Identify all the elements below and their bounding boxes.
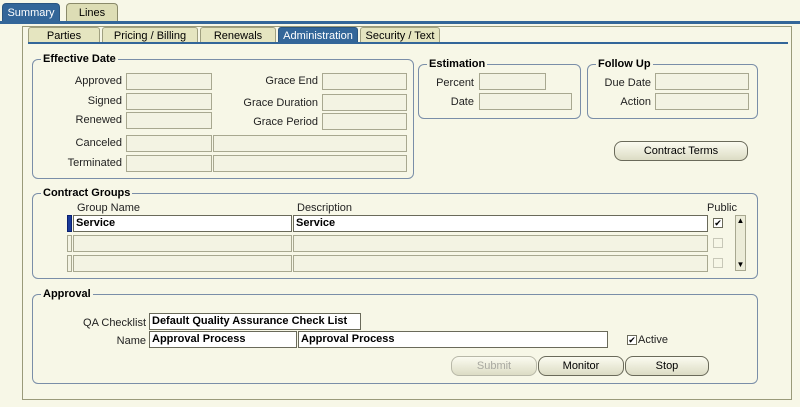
renewed-field[interactable]	[126, 112, 212, 129]
date-label: Date	[450, 96, 474, 108]
approved-label: Approved	[74, 75, 122, 87]
follow-up-legend: Follow Up	[598, 58, 651, 70]
grace-duration-label: Grace Duration	[243, 97, 318, 109]
grace-duration-field[interactable]	[322, 94, 407, 111]
description-cell[interactable]	[293, 255, 708, 272]
public-checkbox[interactable]: ✔	[713, 218, 723, 228]
tab-pricing-billing[interactable]: Pricing / Billing	[102, 27, 198, 43]
top-tab-underline	[0, 21, 800, 24]
public-checkbox[interactable]	[713, 258, 723, 268]
canceled-label: Canceled	[75, 137, 122, 149]
tab-renewals[interactable]: Renewals	[200, 27, 276, 43]
canceled-field[interactable]	[126, 135, 212, 152]
percent-label: Percent	[436, 77, 474, 89]
tab-lines[interactable]: Lines	[66, 3, 118, 22]
row-selector-current[interactable]	[67, 215, 72, 232]
contract-terms-button[interactable]: Contract Terms	[614, 141, 748, 161]
tab-administration[interactable]: Administration	[278, 27, 358, 43]
col-description: Description	[297, 202, 353, 214]
grace-end-label: Grace End	[265, 75, 318, 87]
canceled-reason-field[interactable]	[213, 135, 407, 152]
row-selector[interactable]	[67, 235, 72, 252]
tab-security-text[interactable]: Security / Text	[360, 27, 440, 43]
terminated-reason-field[interactable]	[213, 155, 407, 172]
due-date-label: Due Date	[604, 77, 651, 89]
public-checkbox[interactable]	[713, 238, 723, 248]
active-label: Active	[638, 334, 668, 346]
due-date-field[interactable]	[655, 73, 749, 90]
group-name-cell[interactable]: Service	[73, 215, 292, 232]
col-group-name: Group Name	[77, 202, 140, 214]
description-cell[interactable]: Service	[293, 215, 708, 232]
approval-description-field[interactable]: Approval Process	[298, 331, 608, 348]
group-name-cell[interactable]	[73, 235, 292, 252]
sub-tab-bar: Parties Pricing / Billing Renewals Admin…	[28, 27, 788, 43]
sub-tab-underline	[28, 42, 788, 44]
name-label: Name	[116, 335, 146, 347]
description-cell[interactable]	[293, 235, 708, 252]
tab-parties[interactable]: Parties	[28, 27, 100, 43]
scroll-down-icon[interactable]: ▼	[736, 260, 745, 270]
active-checkbox[interactable]: ✔	[627, 335, 637, 345]
col-public: Public	[707, 202, 737, 214]
terminated-field[interactable]	[126, 155, 212, 172]
approved-field[interactable]	[126, 73, 212, 90]
estimation-legend: Estimation	[429, 58, 486, 70]
group-name-cell[interactable]	[73, 255, 292, 272]
monitor-button[interactable]: Monitor	[538, 356, 624, 376]
tab-summary[interactable]: Summary	[2, 3, 60, 22]
stop-button[interactable]: Stop	[625, 356, 709, 376]
approval-name-field[interactable]: Approval Process	[149, 331, 297, 348]
grace-period-field[interactable]	[322, 113, 407, 130]
grace-period-label: Grace Period	[253, 116, 318, 128]
percent-field[interactable]	[479, 73, 546, 90]
qa-checklist-label: QA Checklist	[83, 317, 146, 329]
qa-checklist-field[interactable]: Default Quality Assurance Check List	[149, 313, 361, 330]
signed-label: Signed	[87, 95, 122, 107]
grace-end-field[interactable]	[322, 73, 407, 90]
terminated-label: Terminated	[67, 157, 122, 169]
estimation-date-field[interactable]	[479, 93, 572, 110]
submit-button[interactable]: Submit	[451, 356, 537, 376]
signed-field[interactable]	[126, 93, 212, 110]
row-selector[interactable]	[67, 255, 72, 272]
contract-groups-legend: Contract Groups	[43, 187, 131, 199]
renewed-label: Renewed	[75, 114, 122, 126]
scroll-up-icon[interactable]: ▲	[736, 216, 745, 226]
action-label: Action	[620, 96, 651, 108]
groups-scrollbar[interactable]: ▲ ▼	[735, 215, 746, 271]
effective-date-legend: Effective Date	[43, 53, 116, 65]
action-field[interactable]	[655, 93, 749, 110]
approval-legend: Approval	[43, 288, 91, 300]
